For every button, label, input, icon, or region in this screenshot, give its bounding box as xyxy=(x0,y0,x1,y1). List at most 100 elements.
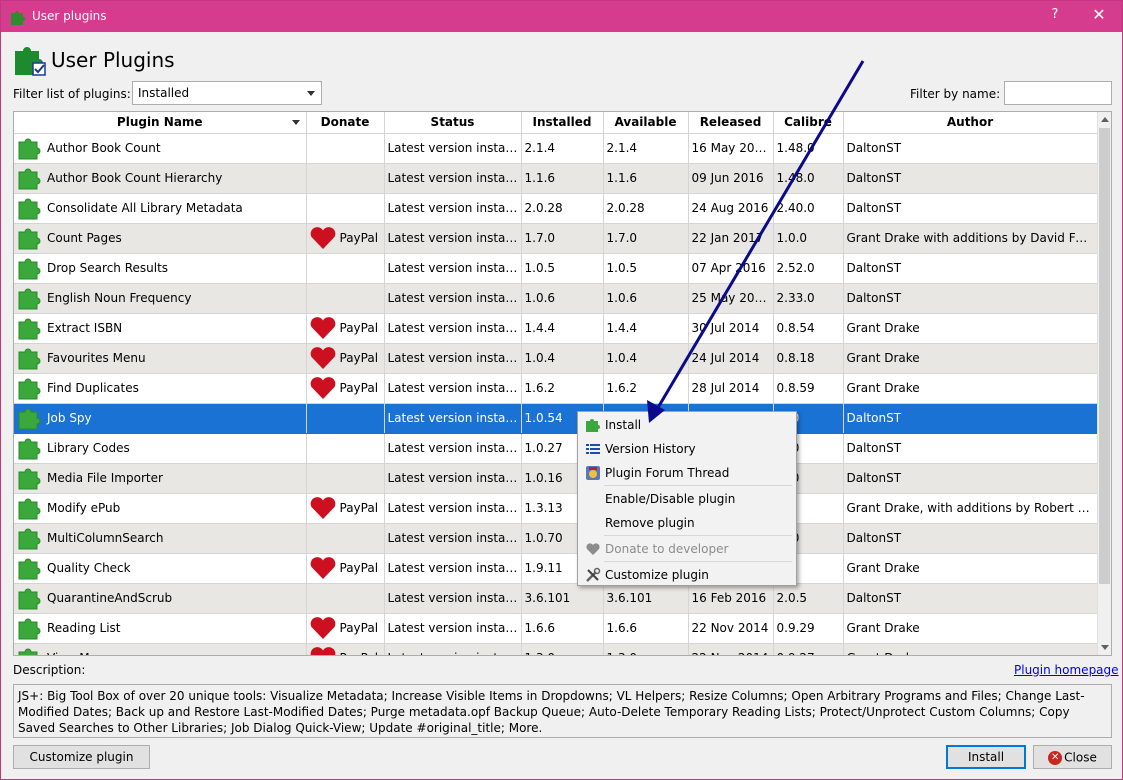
scroll-up-icon[interactable] xyxy=(1101,117,1109,122)
cell-author: DaltonST xyxy=(843,523,1098,554)
puzzle-icon xyxy=(18,438,41,460)
table-row[interactable]: Consolidate All Library Metadata Latest v… xyxy=(14,193,1098,224)
table-row[interactable]: Author Book Count Latest version installe… xyxy=(14,133,1098,164)
cell-calibre: 0.8.59 xyxy=(773,373,844,404)
cell-available: 1.1.6 xyxy=(603,163,689,194)
cell-plugin-name: Media File Importer xyxy=(14,463,307,494)
cell-donate xyxy=(306,283,385,314)
cell-status: Latest version installed xyxy=(384,193,522,224)
context-menu-item-customize[interactable]: Customize plugin xyxy=(579,564,795,586)
cell-author: Grant Drake xyxy=(843,643,1098,655)
context-menu-item-remove[interactable]: Remove plugin xyxy=(579,512,795,534)
cell-author: DaltonST xyxy=(843,403,1098,434)
customize-plugin-button[interactable]: Customize plugin xyxy=(13,745,150,769)
close-circle-icon: ✕ xyxy=(1048,750,1063,765)
table-row[interactable]: Extract ISBN PayPal Latest version install… xyxy=(14,313,1098,344)
table-row[interactable]: Library Codes Latest version installed 1.0… xyxy=(14,433,1098,464)
donate-text: PayPal xyxy=(340,651,379,655)
scroll-thumb[interactable] xyxy=(1099,128,1110,584)
heart-icon[interactable] xyxy=(309,346,337,370)
puzzle-icon xyxy=(18,198,41,220)
close-button[interactable]: ✕ Close xyxy=(1033,745,1112,769)
cell-plugin-name: Reading List xyxy=(14,613,307,644)
column-header-plugin-name[interactable]: Plugin Name xyxy=(14,112,307,134)
table-row[interactable]: Favourites Menu PayPal Latest version inst… xyxy=(14,343,1098,374)
cell-installed: 3.6.101 xyxy=(521,583,604,614)
table-row[interactable]: Modify ePub PayPal Latest version installe… xyxy=(14,493,1098,524)
plugins-table: Plugin Name Donate Status Installed Avai… xyxy=(13,111,1112,656)
puzzle-icon xyxy=(18,378,41,400)
table-row[interactable]: Author Book Count Hierarchy Latest versio… xyxy=(14,163,1098,194)
cell-donate xyxy=(306,433,385,464)
table-scrollbar[interactable] xyxy=(1097,112,1111,655)
table-row[interactable]: Media File Importer Latest version instal… xyxy=(14,463,1098,494)
cell-released: 25 May 2016 xyxy=(688,283,774,314)
heart-icon[interactable] xyxy=(309,376,337,400)
list-icon xyxy=(586,444,600,454)
cell-author: DaltonST xyxy=(843,433,1098,464)
donate-text: PayPal xyxy=(339,621,379,635)
table-row[interactable]: Find Duplicates PayPal Latest version inst… xyxy=(14,373,1098,404)
cell-calibre: 0.9.27 xyxy=(773,643,844,655)
table-row[interactable]: View Manager PayPal Latest version install… xyxy=(14,643,1098,656)
cell-installed: 1.7.0 xyxy=(521,223,604,254)
heart-icon[interactable] xyxy=(309,496,337,520)
heart-icon[interactable] xyxy=(309,616,337,640)
filter-list-select[interactable]: Installed xyxy=(132,81,322,105)
heart-icon[interactable] xyxy=(309,646,337,656)
table-row[interactable]: English Noun Frequency Latest version ins… xyxy=(14,283,1098,314)
heart-icon[interactable] xyxy=(309,226,337,250)
filter-name-input[interactable] xyxy=(1004,81,1112,105)
heart-icon[interactable] xyxy=(309,316,337,340)
cell-calibre: 0.9.29 xyxy=(773,613,844,644)
cell-donate: PayPal xyxy=(306,373,385,404)
cell-status: Latest version installed xyxy=(384,343,522,374)
table-row[interactable]: Drop Search Results Latest version instal… xyxy=(14,253,1098,284)
cell-donate: PayPal xyxy=(306,343,385,374)
help-button[interactable]: ? xyxy=(1045,7,1065,22)
table-row[interactable]: Reading List PayPal Latest version install… xyxy=(14,613,1098,644)
context-menu-item-install[interactable]: Install xyxy=(579,414,795,436)
column-header-installed[interactable]: Installed xyxy=(521,112,604,134)
column-header-status[interactable]: Status xyxy=(384,112,522,134)
cell-status: Latest version installed xyxy=(384,463,522,494)
context-menu-item-version-history[interactable]: Version History xyxy=(579,438,795,460)
window-close-button[interactable]: ✕ xyxy=(1087,5,1111,24)
cell-donate: PayPal xyxy=(306,553,385,584)
cell-available: 1.6.2 xyxy=(603,373,689,404)
puzzle-icon xyxy=(18,258,41,280)
cell-status: Latest version installed xyxy=(384,613,522,644)
cell-status: Latest version installed xyxy=(384,643,522,655)
puzzle-icon xyxy=(586,419,600,432)
menu-separator xyxy=(604,535,792,536)
scroll-down-icon[interactable] xyxy=(1101,645,1109,650)
column-header-calibre[interactable]: Calibre xyxy=(773,112,844,134)
cell-author: DaltonST xyxy=(843,463,1098,494)
cell-author: DaltonST xyxy=(843,583,1098,614)
table-row[interactable]: QuarantineAndScrub Latest version install… xyxy=(14,583,1098,614)
cell-available: 1.0.5 xyxy=(603,253,689,284)
cell-plugin-name: Modify ePub xyxy=(14,493,307,524)
puzzle-icon xyxy=(18,288,41,310)
table-row[interactable]: Quality Check PayPal Latest version instal… xyxy=(14,553,1098,584)
column-header-released[interactable]: Released xyxy=(688,112,774,134)
donate-text: PayPal xyxy=(339,351,379,365)
cell-calibre: 1.0.0 xyxy=(773,223,844,254)
context-menu-label: Customize plugin xyxy=(605,568,709,582)
table-row[interactable]: Job SpyLatest version installed1.0.54.9.… xyxy=(14,403,1098,434)
title-bar[interactable]: User plugins ? ✕ xyxy=(1,1,1122,32)
context-menu-item-forum-thread[interactable]: Plugin Forum Thread xyxy=(579,462,795,484)
column-header-author[interactable]: Author xyxy=(843,112,1098,134)
forum-icon xyxy=(586,466,600,480)
table-row[interactable]: MultiColumnSearch Latest version installe… xyxy=(14,523,1098,554)
column-header-donate[interactable]: Donate xyxy=(306,112,385,134)
context-menu-item-enable-disable[interactable]: Enable/Disable plugin xyxy=(579,488,795,510)
context-menu-item-donate: Donate to developer xyxy=(579,538,795,560)
plugin-homepage-link[interactable]: Plugin homepage xyxy=(1014,663,1119,677)
table-row[interactable]: Count Pages PayPal Latest version installe… xyxy=(14,223,1098,254)
cell-installed: 1.0.5 xyxy=(521,253,604,284)
column-header-available[interactable]: Available xyxy=(603,112,689,134)
install-button[interactable]: Install xyxy=(946,745,1026,769)
heart-icon[interactable] xyxy=(309,556,337,580)
cell-released: 28 Jul 2014 xyxy=(688,373,774,404)
